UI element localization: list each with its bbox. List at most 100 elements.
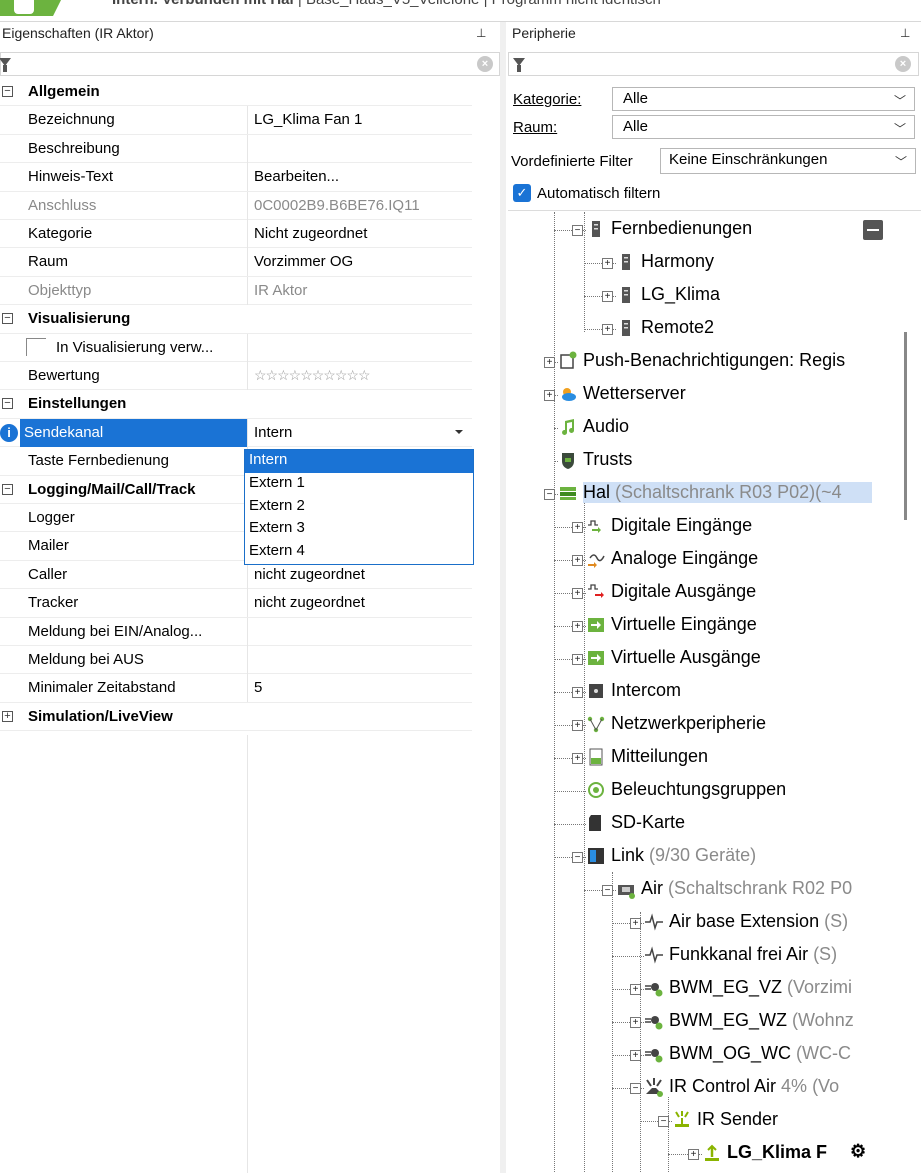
collapse-icon[interactable]: −	[572, 852, 583, 863]
visualization-checkbox[interactable]	[26, 337, 46, 356]
property-row[interactable]: Objekttyp IR Aktor	[0, 276, 472, 306]
tree-node[interactable]: − Air (Schaltschrank R02 P0	[508, 874, 904, 904]
tree-node[interactable]: + BWM_EG_VZ (Vorzimi	[508, 973, 904, 1003]
panel-splitter[interactable]	[500, 22, 506, 1173]
rating-stars[interactable]: ☆☆☆☆☆☆☆☆☆☆	[254, 367, 371, 384]
expand-icon[interactable]: +	[572, 654, 583, 665]
property-row[interactable]: Raum Vorzimmer OG	[0, 248, 472, 277]
tree-node[interactable]: − Hal (Schaltschrank R03 P02)(~4	[508, 478, 904, 508]
dropdown-option[interactable]: Intern	[245, 450, 473, 473]
property-category[interactable]: − Allgemein	[0, 78, 472, 107]
tree-node[interactable]: + Virtuelle Ausgänge	[508, 643, 904, 673]
property-category[interactable]: + Simulation/LiveView	[0, 703, 472, 732]
property-row[interactable]: Beschreibung	[0, 134, 472, 164]
auto-filter-checkbox[interactable]: ✓	[513, 184, 531, 202]
property-row[interactable]: Meldung bei EIN/Analog...	[0, 617, 472, 646]
collapse-icon[interactable]: −	[2, 483, 13, 495]
tree-node[interactable]: + Virtuelle Eingänge	[508, 610, 904, 640]
dropdown-arrow-icon[interactable]	[455, 429, 463, 434]
clear-filter-icon[interactable]: ×	[477, 56, 493, 72]
tree-node[interactable]: + LG_Klima F ⚙	[508, 1138, 904, 1168]
property-value[interactable]: nicht zugeordnet	[254, 594, 365, 611]
collapse-icon[interactable]: −	[2, 313, 13, 325]
dropdown-option[interactable]: Extern 4	[245, 541, 473, 564]
expand-icon[interactable]: +	[572, 555, 583, 566]
tree-node[interactable]: + Push-Benachrichtigungen: Regis	[508, 346, 904, 376]
property-value[interactable]: 5	[254, 679, 262, 696]
expand-icon[interactable]: +	[2, 710, 13, 722]
property-row[interactable]: Bezeichnung LG_Klima Fan 1	[0, 106, 472, 135]
tree-node[interactable]: − Link (9/30 Geräte)	[508, 841, 904, 871]
collapse-icon[interactable]: −	[2, 86, 13, 97]
tree-node[interactable]: SD-Karte	[508, 808, 904, 838]
dropdown-option[interactable]: Extern 2	[245, 496, 473, 519]
property-row[interactable]: Hinweis-Text Bearbeiten...	[0, 163, 472, 192]
pin-icon[interactable]: ⊥	[900, 26, 910, 40]
tree-node[interactable]: Trusts	[508, 445, 904, 475]
tree-node[interactable]: + BWM_OG_WC (WC-C	[508, 1039, 904, 1069]
expand-icon[interactable]: +	[544, 357, 555, 368]
pin-icon[interactable]: ⊥	[476, 26, 486, 40]
property-row[interactable]: Meldung bei AUS	[0, 646, 472, 675]
expand-icon[interactable]: +	[602, 291, 613, 302]
collapse-icon[interactable]: −	[2, 398, 13, 410]
expand-icon[interactable]: +	[602, 258, 613, 269]
sendekanal-dropdown-list[interactable]: Intern Extern 1 Extern 2 Extern 3 Extern…	[244, 449, 474, 565]
collapse-icon[interactable]: −	[544, 489, 555, 500]
property-row[interactable]: Minimaler Zeitabstand 5	[0, 674, 472, 703]
collapse-all-button[interactable]	[863, 220, 883, 240]
property-row[interactable]: Kategorie Nicht zugeordnet	[0, 220, 472, 249]
property-value[interactable]: Intern	[254, 424, 292, 441]
expand-icon[interactable]: +	[572, 588, 583, 599]
predefined-filter-select[interactable]: Keine Einschränkungen ﹀	[660, 148, 916, 174]
collapse-icon[interactable]: −	[572, 225, 583, 236]
property-row[interactable]: Tracker nicht zugeordnet	[0, 589, 472, 618]
property-row[interactable]: i Sendekanal Intern	[0, 418, 472, 448]
expand-icon[interactable]: +	[602, 324, 613, 335]
tree-node[interactable]: + Netzwerkperipherie	[508, 709, 904, 739]
tree-node[interactable]: + Harmony	[508, 247, 904, 277]
properties-filter-input[interactable]: ×	[0, 52, 500, 76]
expand-icon[interactable]: +	[630, 1017, 641, 1028]
property-value[interactable]: LG_Klima Fan 1	[254, 111, 362, 128]
tree-node[interactable]: Funkkanal frei Air (S)	[508, 940, 904, 970]
tree-node[interactable]: + Digitale Eingänge	[508, 511, 904, 541]
raum-select[interactable]: Alle ﹀	[612, 115, 915, 139]
collapse-icon[interactable]: −	[630, 1083, 641, 1094]
tree-node[interactable]: − Fernbedienungen	[508, 214, 904, 244]
property-category[interactable]: − Visualisierung	[0, 305, 472, 334]
expand-icon[interactable]: +	[630, 984, 641, 995]
property-row[interactable]: Bewertung ☆☆☆☆☆☆☆☆☆☆	[0, 362, 472, 391]
collapse-icon[interactable]: −	[658, 1116, 669, 1127]
dropdown-option[interactable]: Extern 1	[245, 473, 473, 496]
expand-icon[interactable]: +	[572, 753, 583, 764]
tree-node[interactable]: − IR Sender	[508, 1105, 904, 1135]
tree-node[interactable]: + BWM_EG_WZ (Wohnz	[508, 1006, 904, 1036]
tree-node[interactable]: + Air base Extension (S)	[508, 907, 904, 937]
tree-node[interactable]: + Remote2	[508, 313, 904, 343]
property-value[interactable]: Nicht zugeordnet	[254, 225, 367, 242]
expand-icon[interactable]: +	[630, 1050, 641, 1061]
expand-icon[interactable]: +	[572, 621, 583, 632]
tree-node[interactable]: Audio	[508, 412, 904, 442]
tree-node[interactable]: + Intercom	[508, 676, 904, 706]
expand-icon[interactable]: +	[544, 390, 555, 401]
tree-node[interactable]: + Mitteilungen	[508, 742, 904, 772]
tree-node[interactable]: + Analoge Eingänge	[508, 544, 904, 574]
property-value[interactable]: Vorzimmer OG	[254, 253, 353, 270]
tree-node[interactable]: Beleuchtungsgruppen	[508, 775, 904, 805]
kategorie-select[interactable]: Alle ﹀	[612, 87, 915, 111]
peripherals-tree[interactable]: − Fernbedienungen + Harmony + LG_Klima + Remote…	[508, 212, 904, 1173]
property-row[interactable]: Anschluss 0C0002B9.B6BE76.IQ11	[0, 191, 472, 220]
expand-icon[interactable]: +	[688, 1149, 699, 1160]
property-row[interactable]: In Visualisierung verw...	[0, 333, 472, 362]
peripherals-filter-input[interactable]: ×	[508, 52, 919, 76]
clear-filter-icon[interactable]: ×	[895, 56, 911, 72]
tree-node[interactable]: + LG_Klima	[508, 280, 904, 310]
expand-icon[interactable]: +	[572, 687, 583, 698]
tree-node[interactable]: + Digitale Ausgänge	[508, 577, 904, 607]
property-category[interactable]: − Einstellungen	[0, 390, 472, 419]
property-value[interactable]: nicht zugeordnet	[254, 566, 365, 583]
property-value[interactable]: Bearbeiten...	[254, 168, 339, 185]
property-row[interactable]: Caller nicht zugeordnet	[0, 560, 472, 590]
